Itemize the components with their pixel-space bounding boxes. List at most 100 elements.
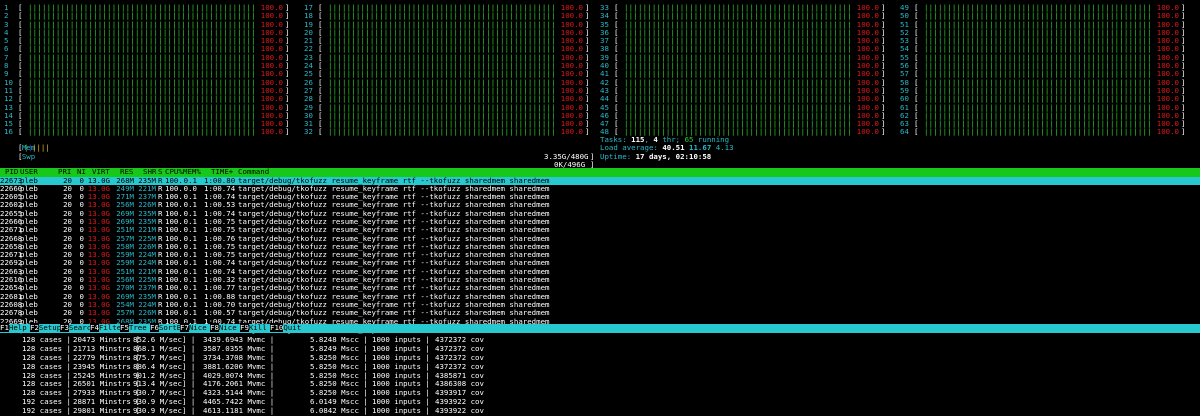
log-mvmc: 3734.3708 Mvmc | [203,352,275,362]
cpu-column: 1[||||||||||||||||||||||||||||||||||||||… [4,3,292,137]
cpu-meter: 29[|||||||||||||||||||||||||||||||||||||… [304,103,592,112]
cpu-meter: 20[|||||||||||||||||||||||||||||||||||||… [304,28,592,37]
cpu-usage-bar: ||||||||||||||||||||||||||||||||||||||||… [328,62,556,71]
cpu-number: 64 [900,127,909,137]
process-list[interactable]: 22673 pleb 20 0 13.0G 268M 235M R 100. 0.1 1:00.80… [0,176,1200,335]
fkey-label: Tree [128,323,147,332]
fkey-number: F5 [120,323,129,332]
cpu-column: 33[|||||||||||||||||||||||||||||||||||||… [600,3,888,137]
cpu-meter: 40[|||||||||||||||||||||||||||||||||||||… [600,61,888,71]
log-mvmc: 3881.6206 Mvmc | [203,361,275,371]
cpu-meter: 9[||||||||||||||||||||||||||||||||||||||… [4,70,292,79]
cpu-usage-bar: ||||||||||||||||||||||||||||||||||||||||… [924,95,1152,104]
cpu-usage-bar: ||||||||||||||||||||||||||||||||||||||||… [624,28,852,37]
fkey-number: F9 [240,323,249,332]
cpu-meter: 30[|||||||||||||||||||||||||||||||||||||… [304,111,592,120]
cpu-meter: 8[||||||||||||||||||||||||||||||||||||||… [4,61,292,70]
uptime-value: 17 days, 02:10:58 [635,151,712,161]
fkey-help[interactable]: F1Help [0,323,27,333]
log-minstrs: 29801 Minstrs [ [73,406,140,416]
cpu-usage-bar: ||||||||||||||||||||||||||||||||||||||||… [924,78,1152,87]
cpu-usage-bar: ||||||||||||||||||||||||||||||||||||||||… [328,70,556,79]
load-15: 4.13 [715,143,734,153]
cpu-meter: 25[|||||||||||||||||||||||||||||||||||||… [304,70,592,79]
fkey-setup[interactable]: F2Setup [30,323,62,333]
cpu-usage-bar: ||||||||||||||||||||||||||||||||||||||||… [624,103,852,112]
cpu-meter: 39[|||||||||||||||||||||||||||||||||||||… [600,53,888,62]
log-minstrs: 22779 Minstrs [ [73,352,140,362]
cpu-meter: 53[|||||||||||||||||||||||||||||||||||||… [900,36,1188,45]
cpu-usage-bar: ||||||||||||||||||||||||||||||||||||||||… [28,78,256,87]
cpu-usage-bar: ||||||||||||||||||||||||||||||||||||||||… [624,37,852,46]
cpu-meter: 45[|||||||||||||||||||||||||||||||||||||… [600,103,888,112]
cpu-meter: 2[||||||||||||||||||||||||||||||||||||||… [4,11,292,20]
cpu-usage-bar: ||||||||||||||||||||||||||||||||||||||||… [924,120,1152,129]
cpu-meter: 23[|||||||||||||||||||||||||||||||||||||… [304,53,592,62]
cpu-meter: 51[|||||||||||||||||||||||||||||||||||||… [900,20,1188,29]
cpu-usage-bar: ||||||||||||||||||||||||||||||||||||||||… [328,45,556,54]
fkey-number: F2 [30,323,39,332]
cpu-meter: 47[|||||||||||||||||||||||||||||||||||||… [600,119,888,129]
bracket-close: ] [1181,127,1186,137]
cpu-usage-bar: ||||||||||||||||||||||||||||||||||||||||… [924,4,1152,12]
cpu-meter: 60[|||||||||||||||||||||||||||||||||||||… [900,94,1188,104]
cpu-meter: 36[|||||||||||||||||||||||||||||||||||||… [600,28,888,37]
cpu-usage-bar: ||||||||||||||||||||||||||||||||||||||||… [624,120,852,129]
cpu-meter: 46[|||||||||||||||||||||||||||||||||||||… [600,111,888,120]
cpu-meter: 24[|||||||||||||||||||||||||||||||||||||… [304,61,592,71]
cpu-meter: 21[|||||||||||||||||||||||||||||||||||||… [304,36,592,46]
cpu-usage-bar: ||||||||||||||||||||||||||||||||||||||||… [328,4,556,12]
fkey-label: Help [8,323,27,332]
system-info: Tasks: 115, 4 thr; 65 running Load avera… [600,135,900,161]
cpu-meter: 58[|||||||||||||||||||||||||||||||||||||… [900,78,1188,87]
log-cases: 128 cases | [22,352,71,362]
fkey-number: F3 [60,323,69,332]
cpu-meter: 26[|||||||||||||||||||||||||||||||||||||… [304,78,592,87]
mem-meter: Mem[| | |||| 3.35G/480G] [18,143,595,161]
fkey-tree[interactable]: F5Tree [120,323,147,333]
log-cases: 192 cases | [22,406,71,416]
cpu-meter: 3[||||||||||||||||||||||||||||||||||||||… [4,20,292,29]
cpu-usage-bar: ||||||||||||||||||||||||||||||||||||||||… [28,4,256,12]
fkey-number: F7 [180,323,189,332]
cpu-usage-bar: ||||||||||||||||||||||||||||||||||||||||… [624,78,852,87]
cpu-usage-bar: ||||||||||||||||||||||||||||||||||||||||… [328,78,556,87]
cpu-meter: 63[|||||||||||||||||||||||||||||||||||||… [900,119,1188,129]
cpu-meter: 44[|||||||||||||||||||||||||||||||||||||… [600,94,888,103]
fkey-label: Setup [38,323,62,332]
fkey-kill[interactable]: F9Kill [240,323,267,333]
cpu-meter: 57[|||||||||||||||||||||||||||||||||||||… [900,70,1188,79]
fkey-quit[interactable]: F10Quit [270,323,302,333]
cpu-meter: 61[|||||||||||||||||||||||||||||||||||||… [900,103,1188,112]
function-key-bar[interactable]: F1Help F2Setup F3Search F4Filter F5Tree F6Sor… [0,323,1200,333]
cpu-usage-bar: ||||||||||||||||||||||||||||||||||||||||… [28,120,256,129]
cpu-meter: 19[|||||||||||||||||||||||||||||||||||||… [304,20,592,29]
cpu-usage-bar: ||||||||||||||||||||||||||||||||||||||||… [624,20,852,29]
cpu-usage-bar: ||||||||||||||||||||||||||||||||||||||||… [624,70,852,79]
cpu-usage-bar: ||||||||||||||||||||||||||||||||||||||||… [624,62,852,71]
cpu-usage-bar: ||||||||||||||||||||||||||||||||||||||||… [924,12,1152,21]
cpu-usage-bar: ||||||||||||||||||||||||||||||||||||||||… [924,128,1152,137]
cpu-meter: 56[|||||||||||||||||||||||||||||||||||||… [900,61,1188,70]
log-mvmc: 4613.1181 Mvmc | [203,406,275,416]
cpu-meter: 43[|||||||||||||||||||||||||||||||||||||… [600,86,888,95]
log-mpsec: 875.7 M/sec] | [133,352,196,362]
fuzzer-log: 128 cases | 20473 Minstrs [852.6 M/sec] |… [0,335,1200,416]
log-mscc: 5.8249 Mscc | [310,343,368,353]
fkey-label: Quit [283,323,302,332]
fkey-number: F1 [0,323,9,332]
fkey-label: Kill [248,323,267,332]
fkey-number: F4 [90,323,99,332]
cpu-usage-bar: ||||||||||||||||||||||||||||||||||||||||… [328,12,556,21]
cpu-usage-bar: ||||||||||||||||||||||||||||||||||||||||… [328,28,556,37]
cpu-usage-bar: ||||||||||||||||||||||||||||||||||||||||… [328,53,556,62]
cpu-usage-bar: ||||||||||||||||||||||||||||||||||||||||… [328,37,556,46]
fkey-number: F8 [210,323,219,332]
cpu-usage-bar: ||||||||||||||||||||||||||||||||||||||||… [924,53,1152,62]
cpu-meter: 38[|||||||||||||||||||||||||||||||||||||… [600,45,888,54]
log-cases: 128 cases | [22,361,71,371]
cpu-usage-bar: ||||||||||||||||||||||||||||||||||||||||… [624,86,852,95]
cpu-meters: 1[||||||||||||||||||||||||||||||||||||||… [4,3,1196,137]
cpu-meter: 5[||||||||||||||||||||||||||||||||||||||… [4,36,292,45]
log-mpsec: 930.9 M/sec] | [133,406,196,416]
